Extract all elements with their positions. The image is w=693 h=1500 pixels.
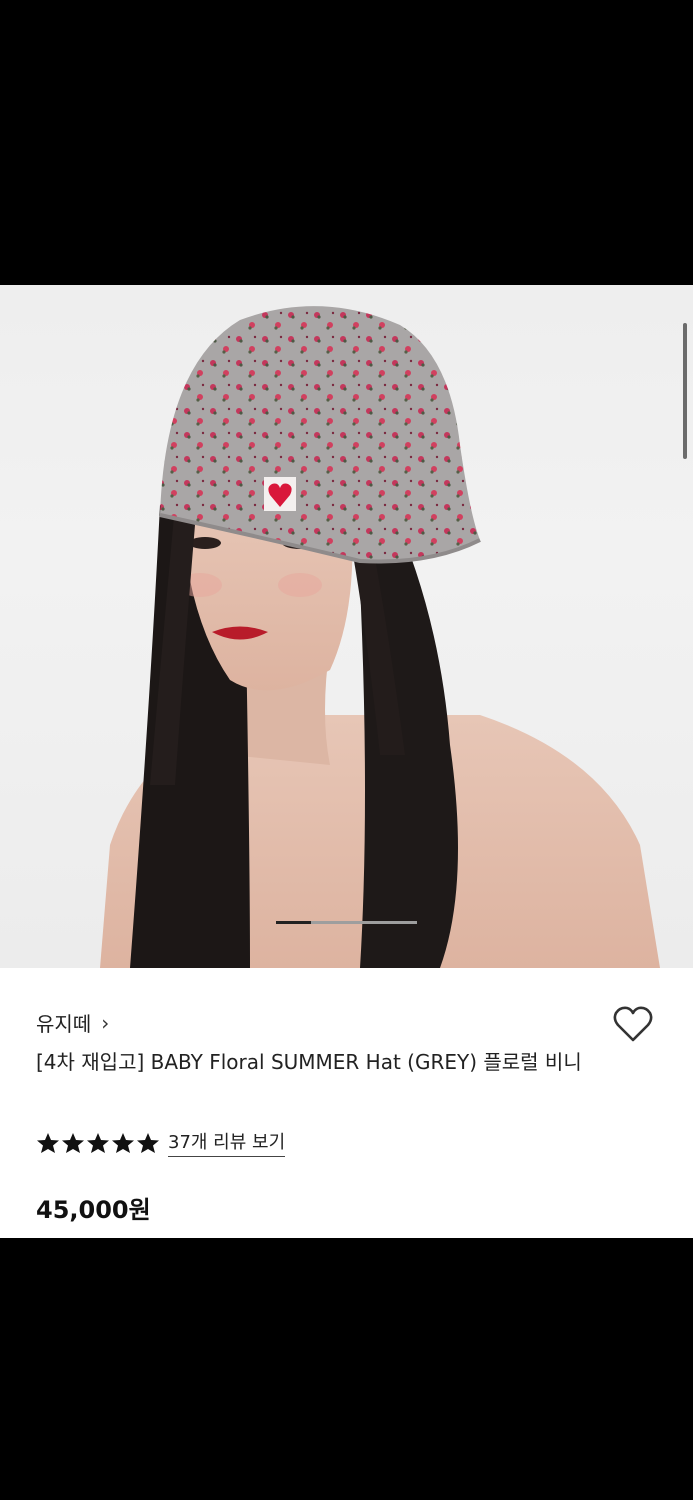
- star-icon: [62, 1132, 84, 1153]
- star-icon: [112, 1132, 134, 1153]
- top-letterbox: [0, 0, 693, 285]
- star-icon: [87, 1132, 109, 1153]
- reviews-link[interactable]: 37개 리뷰 보기: [168, 1128, 286, 1157]
- bottom-letterbox: [0, 1238, 693, 1500]
- brand-name: 유지떼: [36, 1012, 92, 1036]
- image-pager: [276, 921, 417, 924]
- product-title: [4차 재입고] BABY Floral SUMMER Hat (GREY) 플…: [36, 1050, 582, 1074]
- product-price: 45,000원: [36, 1196, 151, 1224]
- chevron-right-icon: ›: [101, 1010, 110, 1035]
- heart-outline-icon[interactable]: [612, 1004, 654, 1044]
- image-pager-active: [276, 921, 311, 924]
- scroll-indicator[interactable]: [683, 323, 687, 459]
- star-rating: [36, 1132, 160, 1154]
- star-icon: [37, 1132, 59, 1153]
- brand-link[interactable]: 유지떼 ›: [36, 1008, 109, 1037]
- product-image[interactable]: [0, 285, 693, 968]
- product-photo-illustration: [100, 306, 660, 968]
- product-info-panel: 유지떼 › [4차 재입고] BABY Floral SUMMER Hat (G…: [0, 968, 693, 1238]
- star-icon: [137, 1132, 159, 1153]
- rating-row: 37개 리뷰 보기: [36, 1128, 286, 1157]
